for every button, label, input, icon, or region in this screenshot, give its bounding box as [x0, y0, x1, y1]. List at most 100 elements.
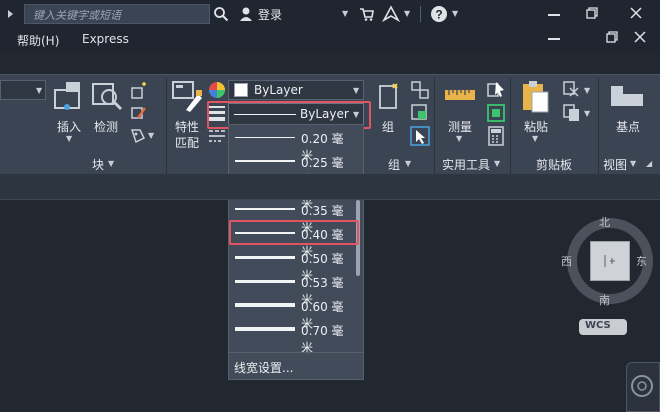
doc-close-icon[interactable]: [634, 31, 646, 43]
group-separator: [166, 78, 167, 174]
attribute-block-icon[interactable]: [130, 126, 148, 144]
calculator-icon[interactable]: [486, 126, 506, 146]
lineweight-option[interactable]: 0.25 毫米: [229, 150, 351, 187]
paste-label[interactable]: 粘贴: [524, 118, 548, 135]
ungroup-icon[interactable]: [410, 80, 430, 100]
viewcube-face-icon: [604, 255, 615, 267]
block-group-caret-icon[interactable]: ▼: [108, 159, 114, 168]
lineweight-sample-line: [235, 327, 295, 331]
paste-caret-icon[interactable]: ▼: [532, 134, 538, 143]
lineweight-option[interactable]: 0.60 毫米: [229, 294, 351, 331]
lineweight-option[interactable]: 0.50 毫米: [229, 246, 351, 283]
layer-dropdown-caret-icon[interactable]: ▼: [36, 86, 42, 95]
group-panel-label: 组: [388, 158, 401, 172]
paste-icon[interactable]: [520, 80, 550, 114]
insert-caret-icon[interactable]: ▼: [66, 134, 72, 143]
select-all-icon[interactable]: [486, 103, 506, 123]
match-props-line2[interactable]: 匹配: [175, 134, 199, 151]
steering-wheel-icon[interactable]: [630, 374, 654, 398]
linetype-icon[interactable]: [209, 128, 225, 144]
selected-item-highlight-box: [229, 220, 359, 245]
color-wheel-icon[interactable]: [208, 81, 226, 99]
group-separator-2: [434, 78, 435, 174]
lineweight-settings-link[interactable]: 线宽设置...: [234, 359, 293, 376]
measure-label[interactable]: 测量: [448, 118, 472, 135]
compass-west[interactable]: 西: [561, 253, 572, 269]
copy-clip-icon[interactable]: [562, 103, 582, 123]
share-caret-icon[interactable]: ▼: [404, 9, 410, 18]
lineweight-option[interactable]: 0.35 毫米: [229, 198, 351, 235]
measure-icon[interactable]: [444, 84, 476, 108]
cut-copy-icon[interactable]: [562, 80, 582, 100]
lineweight-sample-line: [235, 137, 295, 138]
lineweight-sample-line: [235, 160, 295, 162]
lineweight-sample-line: [235, 280, 295, 283]
insert-block-icon[interactable]: [54, 80, 86, 112]
clipboard-group-label: 剪贴板: [536, 158, 573, 172]
close-icon[interactable]: [630, 7, 642, 19]
login-caret-icon[interactable]: ▼: [342, 9, 348, 18]
help-caret-icon[interactable]: ▼: [452, 9, 458, 18]
wcs-label: WCS: [585, 320, 611, 331]
search-placeholder: 键入关键字或短语: [33, 9, 121, 22]
compass-south[interactable]: 南: [599, 292, 610, 308]
basepoint-label[interactable]: 基点: [616, 118, 640, 135]
compass-north[interactable]: 北: [599, 214, 610, 230]
utilities-group-label: 实用工具: [442, 158, 491, 172]
restore-icon[interactable]: [586, 7, 598, 19]
create-block-icon[interactable]: [130, 82, 148, 100]
doc-restore-icon[interactable]: [606, 31, 618, 43]
attribute-caret-icon[interactable]: ▼: [148, 131, 154, 140]
group-edit-icon[interactable]: [410, 103, 430, 123]
login-link[interactable]: 登录: [258, 6, 282, 23]
menu-express[interactable]: Express: [82, 32, 129, 46]
copy-caret-icon[interactable]: ▼: [584, 109, 590, 118]
help-icon[interactable]: ?: [430, 5, 448, 23]
inspect-label[interactable]: 检测: [94, 118, 118, 135]
title-divider: [420, 6, 421, 22]
doc-minimize-icon[interactable]: [548, 38, 560, 40]
svg-text:?: ?: [435, 8, 442, 22]
group-panel-caret-icon[interactable]: ▼: [405, 159, 411, 168]
group-button-label[interactable]: 组: [382, 118, 394, 135]
insert-label[interactable]: 插入: [57, 118, 81, 135]
basepoint-icon[interactable]: [610, 84, 644, 108]
match-properties-icon[interactable]: [172, 80, 206, 114]
utilities-caret-icon[interactable]: ▼: [494, 159, 500, 168]
match-props-line1[interactable]: 特性: [175, 118, 199, 135]
inspect-block-icon[interactable]: [92, 80, 124, 112]
block-group-label: 块: [92, 158, 105, 172]
group-icon[interactable]: [378, 82, 400, 112]
user-icon[interactable]: [238, 6, 254, 22]
search-icon[interactable]: [213, 6, 229, 22]
cut-caret-icon[interactable]: ▼: [584, 86, 590, 95]
view-group-label: 视图: [603, 158, 628, 172]
menu-help[interactable]: 帮助(H): [17, 32, 59, 49]
lineweight-option[interactable]: 0.70 毫米: [229, 318, 351, 355]
group-select-icon[interactable]: [410, 126, 430, 146]
quick-select-icon[interactable]: [486, 80, 506, 100]
lineweight-option[interactable]: 0.20 毫米: [229, 126, 351, 163]
lineweight-sample-line: [235, 208, 295, 210]
edit-block-icon[interactable]: [130, 104, 148, 122]
file-tab-strip: [0, 174, 660, 200]
group-separator-4: [598, 78, 599, 174]
color-swatch: [234, 83, 248, 97]
compass-east[interactable]: 东: [636, 253, 647, 269]
color-value: ByLayer: [254, 83, 303, 97]
lineweight-sample-line: [235, 303, 295, 307]
view-expand-icon[interactable]: ◢: [646, 159, 652, 168]
expand-arrow-icon[interactable]: [8, 10, 13, 18]
lineweight-option[interactable]: 0.53 毫米: [229, 270, 351, 307]
minimize-icon[interactable]: [548, 14, 560, 16]
list-footer-divider: [228, 352, 364, 353]
share-icon[interactable]: [382, 5, 400, 23]
lineweight-sample-line: [235, 256, 295, 259]
view-caret-icon[interactable]: ▼: [630, 159, 636, 168]
cart-icon[interactable]: [359, 7, 375, 21]
lineweight-option-label: 0.70 毫米: [301, 324, 344, 355]
search-input[interactable]: 键入关键字或短语: [24, 4, 210, 24]
color-dropdown-caret-icon[interactable]: ▼: [353, 86, 359, 95]
measure-caret-icon[interactable]: ▼: [456, 134, 462, 143]
wcs-menu[interactable]: WCS: [579, 319, 627, 335]
